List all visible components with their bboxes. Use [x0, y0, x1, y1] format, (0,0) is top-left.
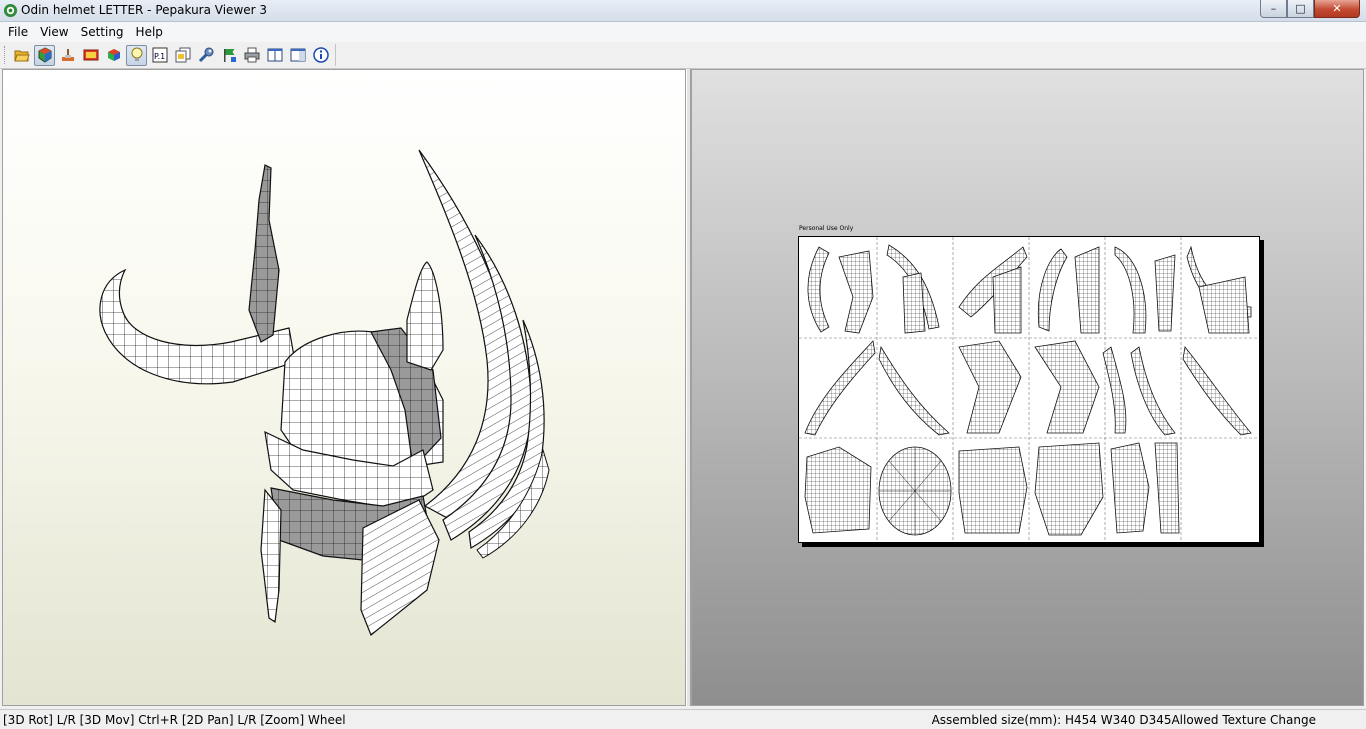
toolbar: P.1	[0, 43, 1366, 69]
color-cube-button[interactable]	[103, 45, 124, 66]
wrench-icon	[198, 47, 213, 63]
minimize-button[interactable]: –	[1260, 0, 1287, 18]
status-controls-hint: [3D Rot] L/R [3D Mov] Ctrl+R [2D Pan] L/…	[3, 713, 346, 727]
menu-setting[interactable]: Setting	[75, 22, 130, 42]
cube-colors-icon	[107, 49, 120, 61]
sheet-watermark-label: Personal Use Only	[799, 225, 854, 232]
helmet-3d-model	[99, 149, 550, 636]
page-number-button[interactable]: P.1	[149, 45, 170, 66]
window-title: Odin helmet LETTER - Pepakura Viewer 3	[21, 3, 268, 17]
3d-model-icon	[38, 47, 51, 63]
paint-brush-icon	[61, 49, 74, 61]
pattern-sheet	[798, 236, 1260, 543]
menu-help[interactable]: Help	[130, 22, 169, 42]
page-number-icon: P.1	[152, 47, 167, 63]
3d-view-pane[interactable]	[2, 69, 686, 706]
menu-file[interactable]: File	[0, 22, 34, 42]
info-icon	[312, 47, 329, 63]
lighting-button[interactable]	[126, 44, 147, 66]
print-button[interactable]	[241, 45, 262, 66]
pages-button[interactable]	[172, 45, 193, 66]
left-pane-icon	[267, 48, 282, 62]
flag-icon	[223, 49, 236, 62]
open-file-button[interactable]	[11, 45, 32, 66]
pepakura-app-icon	[3, 3, 18, 18]
unfolded-parts-drawing	[799, 237, 1259, 542]
paint-button[interactable]	[57, 45, 78, 66]
light-bulb-icon	[131, 47, 142, 61]
page-number-text: P.1	[154, 52, 165, 61]
window-controls: – □ ✕	[1260, 0, 1360, 18]
open-folder-icon	[13, 50, 30, 62]
right-pane-button[interactable]	[287, 45, 308, 66]
pages-icon	[175, 47, 190, 63]
maximize-button[interactable]: □	[1287, 0, 1314, 18]
settings-button[interactable]	[195, 45, 216, 66]
print-icon	[244, 47, 259, 63]
toolbar-grip[interactable]	[4, 46, 8, 64]
menu-bar: File View Setting Help	[0, 22, 1366, 42]
status-assembled-size: Assembled size(mm): H454 W340 D345Allowe…	[931, 713, 1316, 727]
menu-view[interactable]: View	[34, 22, 74, 42]
close-button[interactable]: ✕	[1314, 0, 1360, 18]
flag-button[interactable]	[218, 45, 239, 66]
left-pane-button[interactable]	[264, 45, 285, 66]
texture-button[interactable]	[80, 45, 101, 66]
2d-pattern-pane[interactable]: Personal Use Only	[691, 69, 1364, 706]
title-bar: Odin helmet LETTER - Pepakura Viewer 3 –…	[0, 0, 1366, 22]
right-pane-icon	[290, 48, 305, 62]
status-bar: [3D Rot] L/R [3D Mov] Ctrl+R [2D Pan] L/…	[0, 709, 1366, 729]
texture-icon	[83, 49, 98, 61]
about-button[interactable]	[310, 45, 331, 66]
3d-view-button[interactable]	[34, 44, 55, 66]
